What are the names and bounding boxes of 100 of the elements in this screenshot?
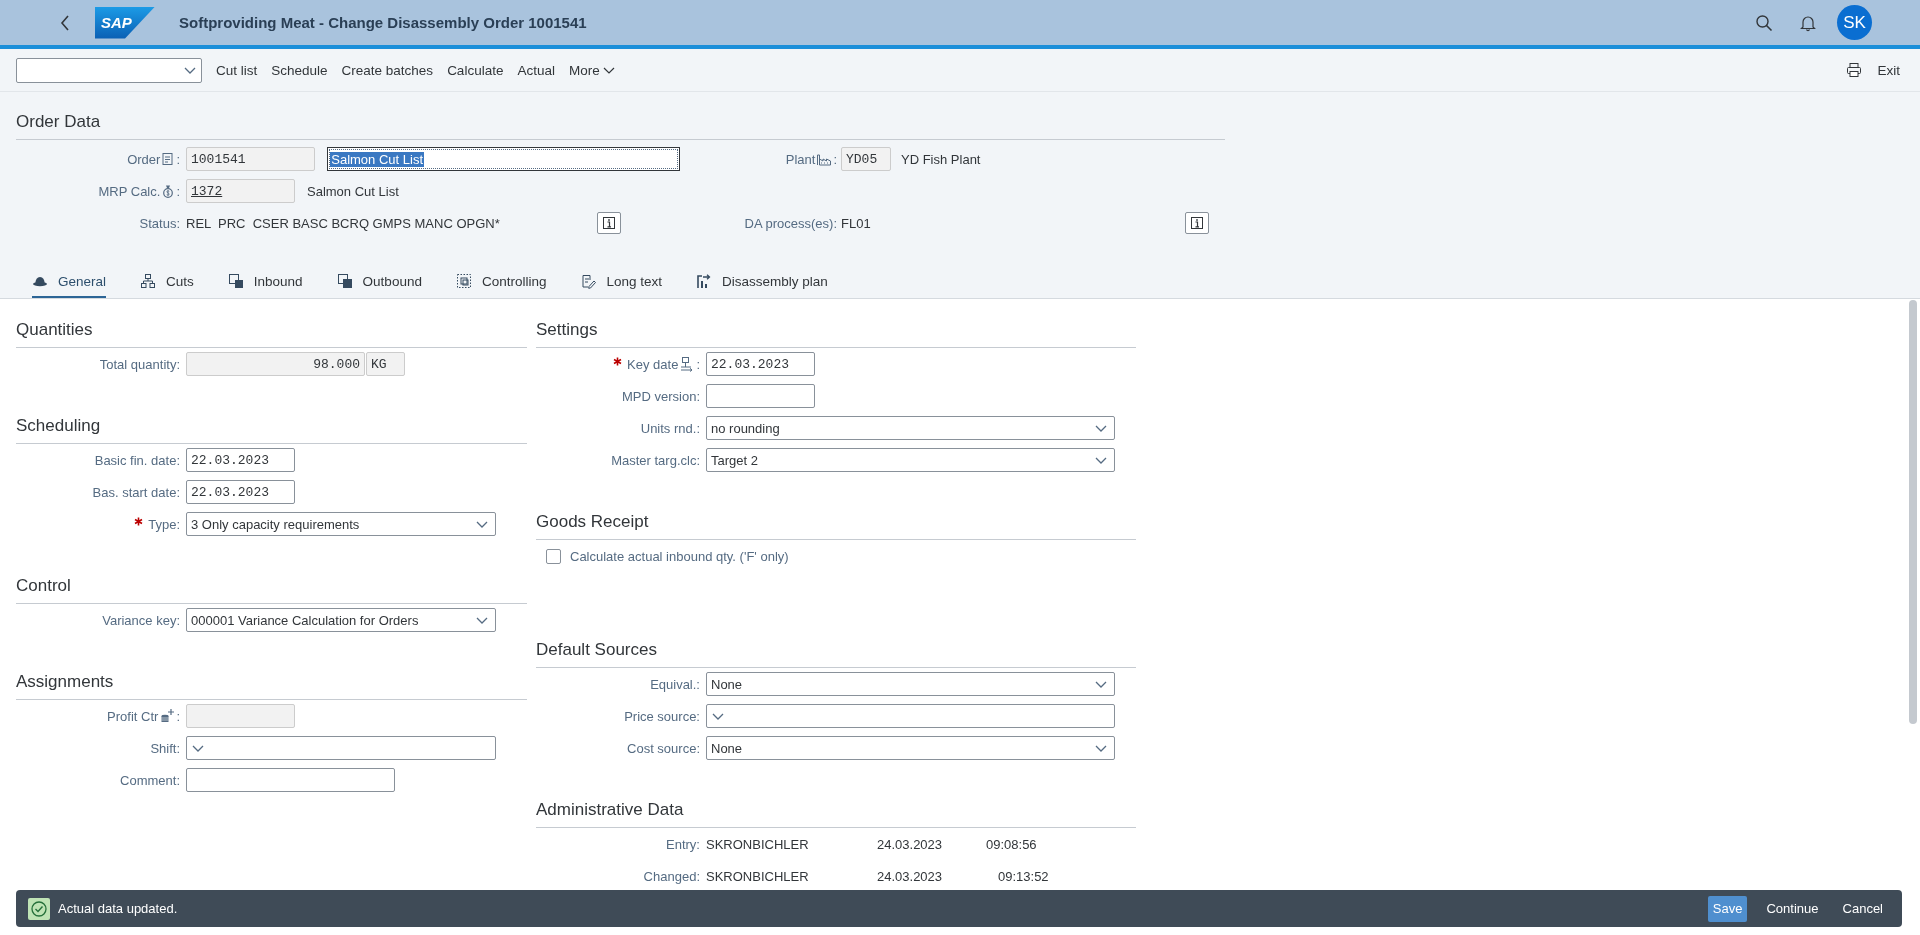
input-field[interactable]: 22.03.2023 bbox=[186, 448, 295, 472]
input-field[interactable]: YD05 bbox=[841, 147, 891, 171]
colon-text: : bbox=[833, 151, 837, 167]
field-label: Type: bbox=[148, 516, 180, 532]
section-title: Settings bbox=[536, 319, 1136, 348]
input-field[interactable]: Salmon Cut List bbox=[327, 147, 680, 171]
success-icon bbox=[28, 897, 50, 920]
money-bag-icon bbox=[161, 184, 176, 198]
input-field[interactable] bbox=[706, 384, 815, 408]
chart-arrow-icon bbox=[696, 273, 712, 289]
dropdown[interactable]: no rounding bbox=[706, 416, 1115, 440]
tab[interactable]: Outbound bbox=[336, 266, 422, 298]
input-field[interactable] bbox=[186, 704, 295, 728]
field-label: MRP Calc. bbox=[98, 183, 161, 199]
field-label: Variance key: bbox=[102, 612, 180, 628]
field-label: Total quantity: bbox=[99, 356, 180, 372]
squares-icon bbox=[227, 273, 244, 289]
tab[interactable]: Inbound bbox=[227, 266, 303, 298]
field-label: MPD version: bbox=[621, 388, 700, 404]
pencil-document-icon bbox=[580, 273, 597, 289]
logo[interactable]: SAP bbox=[95, 6, 155, 39]
dotted-square-icon bbox=[455, 273, 472, 289]
toolbar-button[interactable]: More bbox=[568, 62, 615, 78]
toolbar-button[interactable]: Actual bbox=[517, 62, 555, 78]
field-label: Changed: bbox=[643, 868, 700, 884]
toolbar-button[interactable]: Create batches bbox=[341, 62, 434, 78]
field-label: Comment: bbox=[120, 772, 180, 788]
input-field[interactable] bbox=[186, 768, 395, 792]
section-title: Default Sources bbox=[536, 639, 1136, 668]
database-icon bbox=[159, 708, 176, 724]
message-text: Actual data updated. bbox=[58, 901, 178, 916]
colon-text: : bbox=[696, 356, 700, 372]
section-title: Assignments bbox=[16, 671, 527, 700]
field-label: Master targ.clc: bbox=[611, 452, 700, 468]
bell-icon[interactable] bbox=[1799, 13, 1817, 32]
toolbar-button[interactable]: Cut list bbox=[216, 62, 258, 78]
input-field[interactable]: 1001541 bbox=[186, 147, 316, 171]
colon-text: : bbox=[176, 151, 180, 167]
input-field[interactable]: 98.000 bbox=[186, 352, 365, 376]
tab[interactable]: Cuts bbox=[140, 266, 194, 298]
tab[interactable]: General bbox=[32, 266, 107, 298]
unit-field[interactable]: KG bbox=[366, 352, 405, 376]
squares-icon bbox=[336, 273, 353, 289]
time-text: 09:13:52 bbox=[998, 868, 1049, 884]
field-label: Units rnd.: bbox=[640, 420, 700, 436]
dropdown[interactable]: 3 Only capacity requirements bbox=[186, 512, 496, 536]
avatar[interactable]: SK bbox=[1837, 5, 1872, 40]
field-label: Key date bbox=[627, 356, 679, 372]
section-title: Scheduling bbox=[16, 415, 527, 444]
info-button[interactable] bbox=[1185, 212, 1209, 234]
back-icon bbox=[59, 13, 71, 32]
document-icon bbox=[161, 152, 176, 166]
field-label: DA process(es): bbox=[744, 215, 837, 231]
dropdown[interactable]: None bbox=[706, 672, 1115, 696]
date-text: 24.03.2023 bbox=[877, 836, 944, 852]
field-label: Bas. start date: bbox=[92, 484, 180, 500]
scrollbar[interactable] bbox=[1909, 300, 1917, 724]
field-label: Entry: bbox=[666, 836, 700, 852]
dropdown[interactable] bbox=[186, 736, 496, 760]
info-button[interactable] bbox=[597, 212, 621, 234]
tab[interactable]: Controlling bbox=[455, 266, 547, 298]
process-text: FL01 bbox=[841, 215, 872, 231]
field-label: Shift: bbox=[150, 740, 180, 756]
dropdown[interactable]: None bbox=[706, 736, 1115, 760]
input-field[interactable]: 1372 bbox=[186, 179, 295, 203]
field-label: Order bbox=[127, 151, 161, 167]
search-icon[interactable] bbox=[1755, 13, 1773, 32]
exit-button[interactable]: Exit bbox=[1877, 62, 1900, 78]
field-label: Price source: bbox=[624, 708, 700, 724]
tab[interactable]: Long text bbox=[580, 266, 662, 298]
toolbar-button[interactable]: Calculate bbox=[447, 62, 504, 78]
field-label: Basic fin. date: bbox=[94, 452, 180, 468]
dropdown[interactable]: Target 2 bbox=[706, 448, 1115, 472]
field-label: Equival.: bbox=[650, 676, 700, 692]
printer-icon[interactable] bbox=[1846, 62, 1863, 78]
section-title: Administrative Data bbox=[536, 799, 1136, 828]
status-text: REL PRC CSER BASC BCRQ GMPS MANC OPGN* bbox=[186, 215, 501, 231]
footer-button[interactable]: Cancel bbox=[1837, 895, 1888, 922]
section-title: Control bbox=[16, 575, 527, 604]
tab[interactable]: Disassembly plan bbox=[696, 266, 828, 298]
user-name: SKRONBICHLER bbox=[706, 868, 810, 884]
command-field[interactable] bbox=[16, 57, 202, 83]
dropdown[interactable]: 000001 Variance Calculation for Orders bbox=[186, 608, 496, 632]
checkbox[interactable] bbox=[546, 548, 561, 564]
input-field[interactable]: 22.03.2023 bbox=[186, 480, 295, 504]
field-label: Profit Ctr bbox=[107, 708, 159, 724]
section-title: Quantities bbox=[16, 319, 527, 348]
dropdown[interactable] bbox=[706, 704, 1115, 728]
footer-button[interactable]: Continue bbox=[1761, 895, 1824, 922]
date-text: 24.03.2023 bbox=[877, 868, 944, 884]
hierarchy-icon bbox=[140, 273, 157, 289]
field-label: Plant bbox=[785, 151, 816, 167]
info-icon bbox=[602, 216, 616, 230]
toolbar-button[interactable]: Schedule bbox=[271, 62, 328, 78]
mrp-description: Salmon Cut List bbox=[307, 183, 399, 199]
user-name: SKRONBICHLER bbox=[706, 836, 810, 852]
colon-text: : bbox=[176, 183, 180, 199]
plant-name: YD Fish Plant bbox=[901, 151, 981, 167]
input-field[interactable]: 22.03.2023 bbox=[706, 352, 815, 376]
info-icon bbox=[1190, 216, 1204, 230]
